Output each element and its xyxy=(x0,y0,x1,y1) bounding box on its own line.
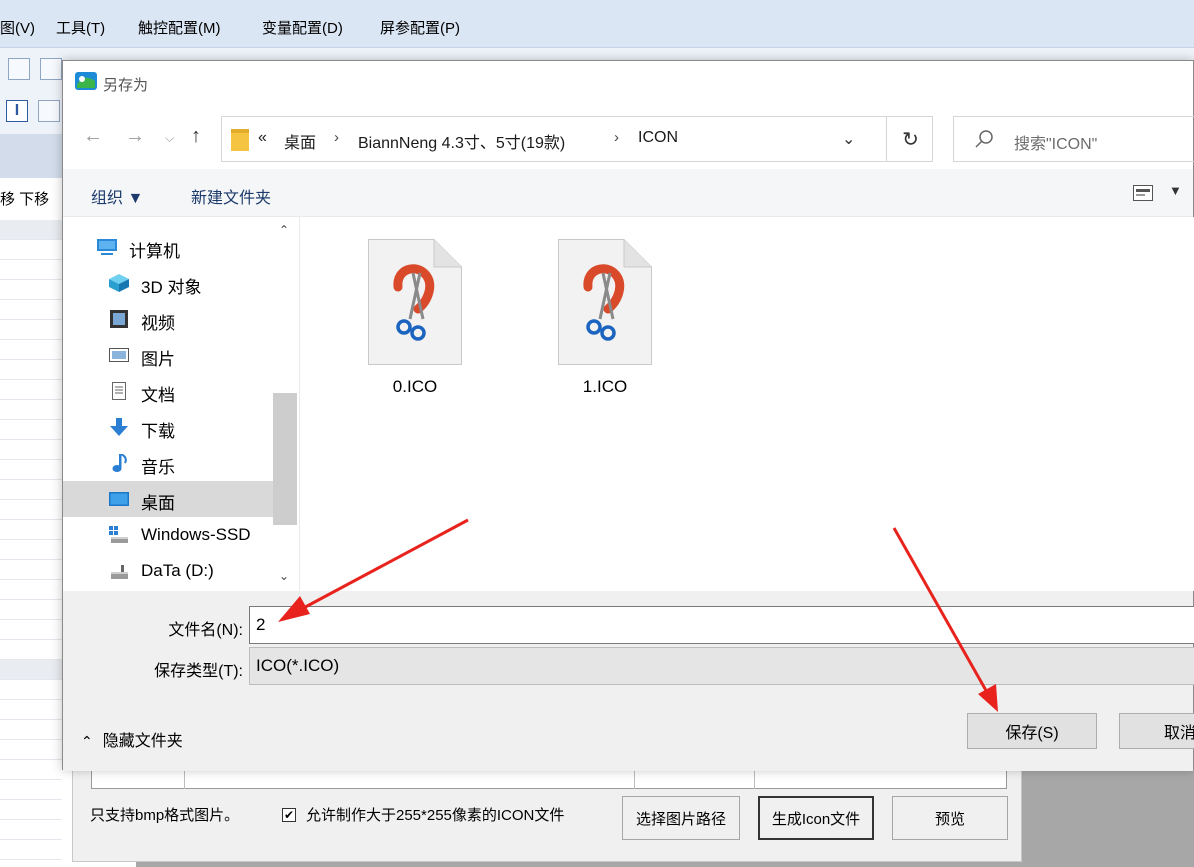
picture-icon xyxy=(109,348,129,362)
nav-label: 文档 xyxy=(141,386,175,405)
organize-button[interactable]: 组织 ▼ xyxy=(91,184,143,208)
nav-label: 视频 xyxy=(141,314,175,333)
play-icon[interactable] xyxy=(38,100,60,122)
select-path-button[interactable]: 选择图片路径 xyxy=(622,796,740,840)
navigation-pane: 计算机 3D 对象 视频 图片 文档 下载 音乐 桌面 Windows-SSD … xyxy=(63,217,299,591)
filename-label: 文件名(N): xyxy=(168,622,243,639)
refresh-icon[interactable]: ↻ xyxy=(886,117,934,161)
music-icon xyxy=(112,454,127,472)
allow-large-label: 允许制作大于255*255像素的ICON文件 xyxy=(306,807,565,824)
scroll-down-icon[interactable]: ⌄ xyxy=(279,569,289,583)
save-button[interactable]: 保存(S) xyxy=(967,713,1097,749)
chevron-up-icon: ⌃ xyxy=(81,733,93,749)
breadcrumb-project[interactable]: BiannNeng 4.3寸、5寸(19款) xyxy=(358,129,565,153)
navigation-bar: ← → ⌵ ↑ « 桌面 › BiannNeng 4.3寸、5寸(19款) › … xyxy=(63,103,1194,169)
cube-icon xyxy=(109,274,129,292)
nav-label: 下载 xyxy=(141,422,175,441)
nav-item-desktop[interactable]: 桌面 xyxy=(63,481,273,517)
ico-file-icon xyxy=(558,239,652,365)
allow-large-checkbox[interactable]: ✔ xyxy=(282,808,296,822)
nav-item-3d-objects[interactable]: 3D 对象 xyxy=(63,265,273,301)
filetype-select[interactable]: ICO(*.ICO) xyxy=(249,647,1194,685)
text-tool-icon[interactable]: I xyxy=(6,100,28,122)
nav-item-videos[interactable]: 视频 xyxy=(63,301,273,337)
move-down-label[interactable]: 移 下移 xyxy=(0,188,49,209)
breadcrumb-icon-folder[interactable]: ICON xyxy=(638,129,678,147)
ico-file-icon xyxy=(368,239,462,365)
computer-icon xyxy=(97,239,117,255)
file-name: 0.ICO xyxy=(392,377,438,396)
file-item-0[interactable]: 0.ICO xyxy=(350,239,470,399)
hide-folders-toggle[interactable]: ⌃ 隐藏文件夹 xyxy=(81,727,183,751)
undo-icon[interactable] xyxy=(40,58,62,80)
app-panel-header xyxy=(0,134,62,178)
app-list xyxy=(0,220,62,867)
nav-label: 计算机 xyxy=(129,242,180,261)
folder-icon xyxy=(231,129,249,151)
nav-item-downloads[interactable]: 下载 xyxy=(63,409,273,445)
view-dropdown-icon[interactable]: ▼ xyxy=(1169,183,1182,198)
arrow-left-icon[interactable]: ← xyxy=(83,125,103,148)
app-menubar: 图(V) 工具(T) 触控配置(M) 变量配置(D) 屏参配置(P) xyxy=(0,0,1194,48)
view-options-icon[interactable] xyxy=(1133,185,1153,201)
app-logo-icon xyxy=(75,72,97,90)
chevron-down-icon[interactable]: ⌵ xyxy=(165,131,174,146)
command-bar: 组织 ▼ 新建文件夹 ▼ xyxy=(63,169,1193,217)
document-icon xyxy=(112,382,126,400)
nav-item-windows-ssd[interactable]: Windows-SSD xyxy=(63,517,273,553)
bmp-note: 只支持bmp格式图片。 xyxy=(90,807,240,824)
nav-label: Windows-SSD xyxy=(141,525,251,544)
drive-icon xyxy=(109,526,128,543)
breadcrumb-desktop[interactable]: 桌面 xyxy=(284,129,316,153)
file-item-1[interactable]: 1.ICO xyxy=(540,239,660,399)
nav-label: 图片 xyxy=(141,350,175,369)
filename-field[interactable]: 2 xyxy=(249,606,1194,644)
search-icon xyxy=(975,130,993,148)
nav-item-pictures[interactable]: 图片 xyxy=(63,337,273,373)
scroll-up-icon[interactable]: ⌃ xyxy=(279,223,289,237)
nav-label: 3D 对象 xyxy=(141,278,202,297)
cancel-button[interactable]: 取消 xyxy=(1119,713,1194,749)
generate-icon-button[interactable]: 生成Icon文件 xyxy=(758,796,874,840)
navigation-scrollbar[interactable]: ⌃ ⌄ xyxy=(273,217,297,591)
address-bar[interactable]: « 桌面 › BiannNeng 4.3寸、5寸(19款) › ICON ⌄ ↻ xyxy=(221,116,933,162)
nav-item-documents[interactable]: 文档 xyxy=(63,373,273,409)
menu-variable-config[interactable]: 变量配置(D) xyxy=(262,17,343,38)
save-form: 文件名(N): 2 保存类型(T): ICO(*.ICO) ⌃ 隐藏文件夹 保存(… xyxy=(63,591,1194,771)
file-name: 1.ICO xyxy=(582,377,628,396)
video-icon xyxy=(110,310,128,328)
breadcrumb-separator: › xyxy=(334,129,339,146)
breadcrumb-separator: › xyxy=(614,129,619,146)
search-placeholder: 搜索"ICON" xyxy=(1014,136,1098,153)
nav-item-computer[interactable]: 计算机 xyxy=(63,229,273,265)
save-as-dialog: 另存为 ← → ⌵ ↑ « 桌面 › BiannNeng 4.3寸、5寸(19款… xyxy=(62,60,1194,771)
download-icon xyxy=(110,418,128,436)
menu-view[interactable]: 图(V) xyxy=(0,17,35,38)
nav-label: DaTa (D:) xyxy=(141,561,214,580)
arrow-right-icon[interactable]: → xyxy=(125,125,145,148)
nav-label: 音乐 xyxy=(141,458,175,477)
new-folder-button[interactable]: 新建文件夹 xyxy=(191,184,271,208)
menu-screen-params[interactable]: 屏参配置(P) xyxy=(380,17,460,38)
nav-label: 桌面 xyxy=(141,494,175,513)
menu-tools[interactable]: 工具(T) xyxy=(56,17,105,38)
scroll-thumb[interactable] xyxy=(273,393,297,525)
preview-button[interactable]: 预览 xyxy=(892,796,1008,840)
nav-item-data-drive[interactable]: DaTa (D:) xyxy=(63,553,273,589)
arrow-up-icon[interactable]: ↑ xyxy=(191,125,201,148)
dialog-title: 另存为 xyxy=(103,77,149,94)
app-toolbar-2: I xyxy=(0,94,62,134)
nav-item-music[interactable]: 音乐 xyxy=(63,445,273,481)
menu-touch-config[interactable]: 触控配置(M) xyxy=(138,17,221,38)
search-input[interactable]: 搜索"ICON" xyxy=(953,116,1194,162)
paste-icon[interactable] xyxy=(8,58,30,80)
dialog-title-bar[interactable]: 另存为 xyxy=(63,61,1193,103)
address-dropdown-icon[interactable]: ⌄ xyxy=(842,129,855,149)
filetype-label: 保存类型(T): xyxy=(154,663,243,680)
drive-icon xyxy=(111,565,128,579)
breadcrumb-overflow[interactable]: « xyxy=(258,129,267,147)
hide-folders-label: 隐藏文件夹 xyxy=(102,733,183,750)
desktop-icon xyxy=(109,492,129,506)
file-list: 0.ICO 1.ICO xyxy=(299,217,1194,591)
